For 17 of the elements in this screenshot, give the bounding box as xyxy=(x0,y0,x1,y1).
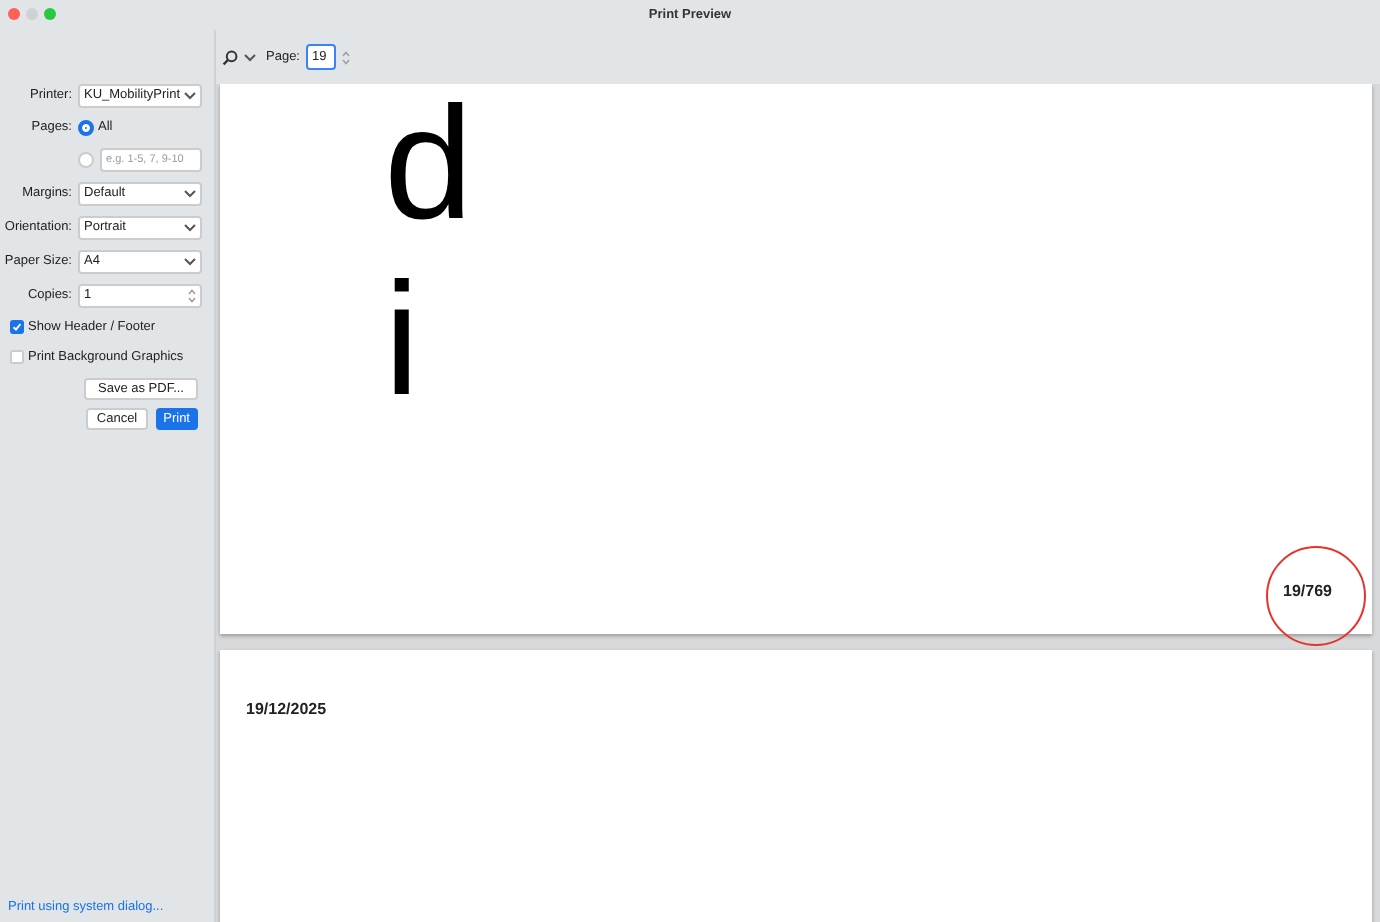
chevron-icon xyxy=(244,53,256,61)
chevron-icon xyxy=(184,189,196,198)
radio-button[interactable] xyxy=(78,119,94,136)
chevron-icon xyxy=(184,92,196,100)
chevron-icon xyxy=(184,257,196,266)
page-header: 19/12/2025 xyxy=(246,700,327,718)
checkbox[interactable] xyxy=(10,349,24,364)
stepper-icon[interactable] xyxy=(342,49,350,65)
large-letter: i xyxy=(384,260,420,420)
close-window-icon[interactable] xyxy=(8,8,20,20)
zoom-icon[interactable] xyxy=(222,49,238,65)
radio-button[interactable] xyxy=(78,151,94,168)
stepper-icon[interactable] xyxy=(188,287,196,304)
chevron-icon xyxy=(184,223,196,232)
large-letter: d xyxy=(384,84,473,244)
maximize-window-icon[interactable] xyxy=(44,8,56,20)
page-footer: 19/769 xyxy=(1283,580,1332,604)
